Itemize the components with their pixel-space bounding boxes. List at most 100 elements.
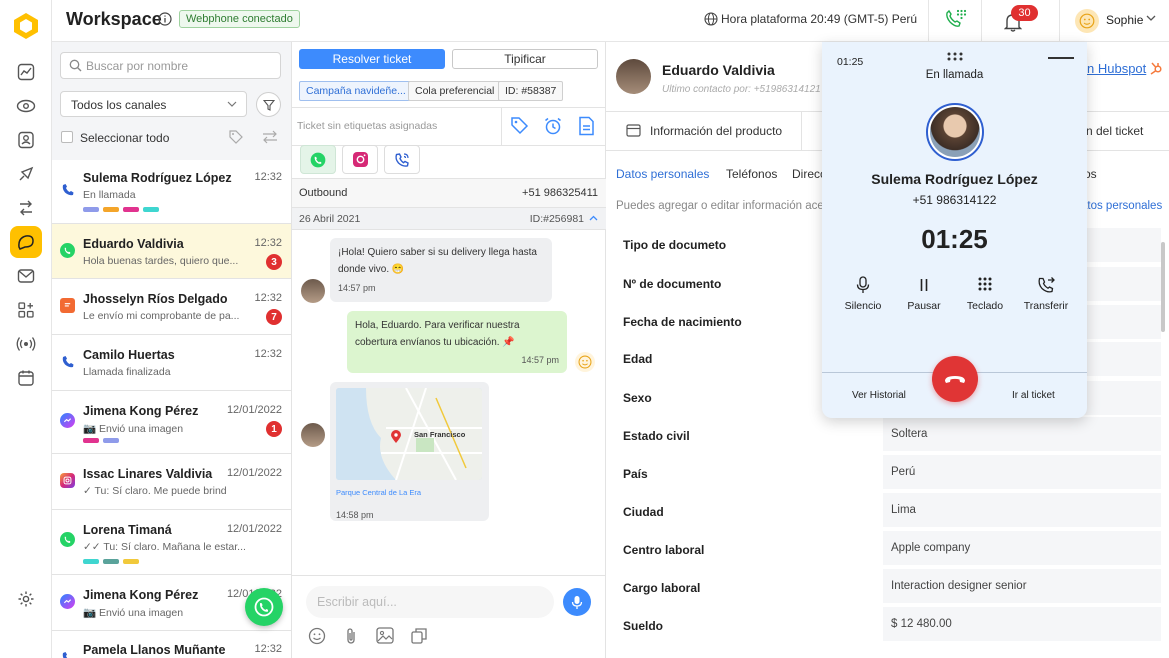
resolve-ticket-button[interactable]: Resolver ticket <box>299 49 445 69</box>
emoji-reaction-icon[interactable] <box>575 352 595 372</box>
tab-product-info[interactable]: Información del producto <box>606 112 802 150</box>
drag-handle-icon[interactable] <box>946 52 964 61</box>
caller-phone: +51 986314122 <box>912 193 997 207</box>
app-logo[interactable] <box>10 10 42 42</box>
field-value[interactable]: $ 12 480.00 <box>883 607 1161 641</box>
last-contact: Último contacto por: +51986314121 <box>662 84 821 95</box>
tab-ticket-info[interactable]: n del ticket <box>1086 124 1143 138</box>
copy-icon[interactable] <box>411 627 428 644</box>
conversation-preview: Le envío mi comprobante de pa... <box>83 310 240 322</box>
conversation-tags <box>83 559 139 564</box>
control-label: Pausar <box>907 300 941 312</box>
whatsapp-channel-tab[interactable] <box>300 145 336 174</box>
unread-badge: 3 <box>266 254 282 270</box>
info-icon[interactable] <box>158 12 172 26</box>
subtab-phones[interactable]: Teléfonos <box>726 167 777 181</box>
search-input[interactable]: Buscar por nombre <box>60 52 281 79</box>
tag-icon[interactable] <box>510 116 529 135</box>
contact-name: Jhosselyn Ríos Delgado <box>83 292 228 306</box>
scrollbar[interactable] <box>1161 242 1165 332</box>
hubspot-link[interactable]: n Hubspot <box>1087 61 1146 76</box>
contact-name: Camilo Huertas <box>83 348 175 362</box>
mail-icon[interactable] <box>10 260 42 292</box>
list-item[interactable]: Camilo Huertas 12:32 Llamada finalizada <box>52 335 291 391</box>
conversations-icon[interactable] <box>10 226 42 258</box>
contact-name: Sulema Rodríguez López <box>83 171 232 185</box>
apps-icon[interactable] <box>10 294 42 326</box>
list-item[interactable]: Sulema Rodríguez López 12:32 En llamada <box>52 160 291 224</box>
chevron-down-icon[interactable] <box>1146 15 1156 22</box>
message-text: ¡Hola! Quiero saber si su delivery llega… <box>338 247 537 275</box>
field-label: Estado civil <box>623 429 690 443</box>
subtab-personal-data[interactable]: Datos personales <box>616 167 709 181</box>
document-icon[interactable] <box>578 116 595 136</box>
transfer-icon[interactable] <box>262 130 278 144</box>
keypad-button[interactable]: Teclado <box>955 276 1015 312</box>
field-label: Ciudad <box>623 505 664 519</box>
channel-filter-select[interactable]: Todos los canales <box>60 91 247 117</box>
user-name[interactable]: Sophie <box>1106 13 1143 27</box>
instagram-channel-tab[interactable] <box>342 145 378 174</box>
emoji-icon[interactable] <box>308 627 326 645</box>
map-pin-icon <box>391 430 401 444</box>
list-item[interactable]: Jhosselyn Ríos Delgado 12:32 Le envío mi… <box>52 279 291 335</box>
field-value[interactable]: Perú <box>883 455 1161 489</box>
broadcast-icon[interactable] <box>10 328 42 360</box>
webphone-dialpad-icon[interactable] <box>944 8 968 30</box>
edit-personal-data-link[interactable]: atos personales <box>1081 200 1162 212</box>
tag-icon[interactable] <box>228 129 244 145</box>
go-to-ticket-link[interactable]: Ir al ticket <box>1012 390 1055 401</box>
calendar-icon[interactable] <box>10 362 42 394</box>
queue-chip[interactable]: Cola preferencial <box>408 81 502 101</box>
user-avatar[interactable] <box>1075 9 1099 33</box>
list-item[interactable]: Lorena Timaná 12/01/2022 ✓✓ Tu: Sí claro… <box>52 510 291 575</box>
notification-count-badge: 30 <box>1011 5 1038 21</box>
attachment-icon[interactable] <box>344 627 358 645</box>
hangup-button[interactable] <box>932 356 978 402</box>
filter-icon[interactable] <box>256 92 281 117</box>
list-item[interactable]: Issac Linares Valdivia 12/01/2022 ✓ Tu: … <box>52 454 291 510</box>
message-input[interactable]: Escribir aquí... <box>306 586 554 618</box>
minimize-icon[interactable] <box>1048 57 1074 59</box>
microphone-button[interactable] <box>563 588 591 616</box>
eye-icon[interactable] <box>10 90 42 122</box>
settings-icon[interactable] <box>10 583 42 615</box>
alarm-clock-icon[interactable] <box>543 116 563 136</box>
select-all-checkbox[interactable] <box>61 131 73 143</box>
contacts-icon[interactable] <box>10 124 42 156</box>
field-label: Nº de documento <box>623 277 722 291</box>
transfer-button[interactable]: Transferir <box>1016 276 1076 312</box>
routing-icon[interactable] <box>10 192 42 224</box>
field-value[interactable]: Soltera <box>883 417 1161 451</box>
chevron-up-icon[interactable] <box>589 215 598 221</box>
ticket-tags-placeholder: Ticket sin etiquetas asignadas <box>297 120 438 132</box>
campaigns-icon[interactable] <box>10 158 42 190</box>
message-time: 14:58 pm <box>336 510 374 520</box>
tipificar-button[interactable]: Tipificar <box>452 49 598 69</box>
mute-button[interactable]: Silencio <box>833 276 893 312</box>
list-item[interactable]: Jimena Kong Pérez 12/01/2022 📷 Envió una… <box>52 391 291 454</box>
platform-time: Hora plataforma 20:49 (GMT-5) Perú <box>721 12 918 26</box>
microphone-icon <box>856 276 870 293</box>
subtab-addresses[interactable]: Direcc <box>792 167 826 181</box>
dashboard-icon[interactable] <box>10 56 42 88</box>
page-title: Workspace <box>66 9 162 29</box>
conversation-preview: 📷 Envió una imagen <box>83 423 184 435</box>
unread-badge: 1 <box>266 421 282 437</box>
campaign-chip[interactable]: Campaña navideñe... <box>299 81 413 101</box>
field-value[interactable]: Interaction designer senior <box>883 569 1161 603</box>
whatsapp-fab-button[interactable] <box>245 588 283 626</box>
map-thumbnail[interactable]: San Francisco <box>336 388 482 480</box>
divider <box>292 145 606 146</box>
view-history-link[interactable]: Ver Historial <box>852 390 906 401</box>
phone-channel-tab[interactable] <box>384 145 420 174</box>
pause-button[interactable]: Pausar <box>894 276 954 312</box>
image-icon[interactable] <box>376 627 394 644</box>
conversation-preview: ✓ Tu: Sí claro. Me puede brind <box>83 485 227 497</box>
channel-filter-value: Todos los canales <box>71 98 167 112</box>
field-value[interactable]: Apple company <box>883 531 1161 565</box>
field-value[interactable]: Lima <box>883 493 1161 527</box>
list-item[interactable]: Eduardo Valdivia 12:32 Hola buenas tarde… <box>52 224 291 279</box>
map-location-link[interactable]: Parque Central de La Era <box>336 484 483 501</box>
list-item[interactable]: Pamela Llanos Muñante 12:32 <box>52 631 291 658</box>
